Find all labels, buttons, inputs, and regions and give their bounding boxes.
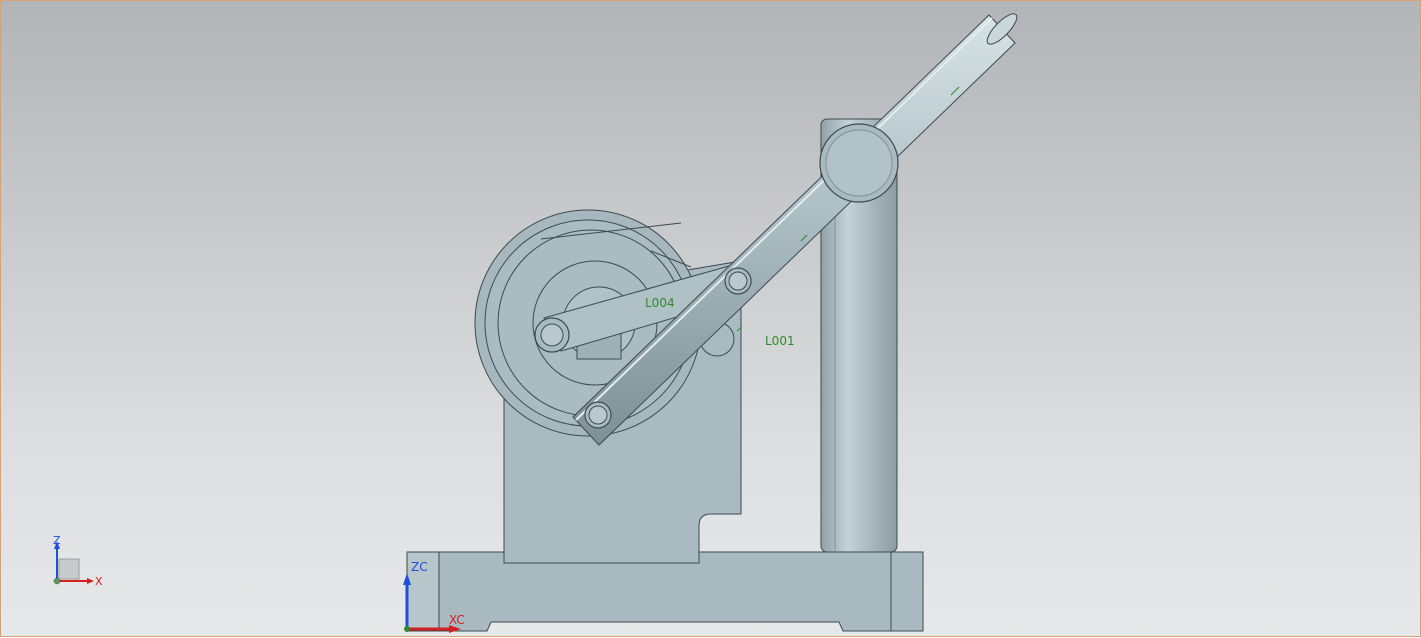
cad-model-scene[interactable] <box>1 1 1421 638</box>
lever-pin-end[interactable] <box>584 401 612 429</box>
lever-pin-mid[interactable] <box>724 267 752 295</box>
base-plate[interactable] <box>406 551 924 632</box>
link-label-l001: L001 <box>765 334 795 348</box>
link-label-l004: L004 <box>645 296 675 310</box>
view-triad-x-label: X <box>95 575 103 588</box>
wcs-zc-label: ZC <box>411 560 428 574</box>
view-triad-z-label: Z <box>53 534 61 547</box>
wcs-xc-label: XC <box>449 613 465 627</box>
graphics-viewport[interactable]: L004 L001 ZC XC Z X <box>0 0 1421 637</box>
post-head-pivot[interactable] <box>819 123 899 203</box>
view-triad[interactable] <box>53 541 94 585</box>
